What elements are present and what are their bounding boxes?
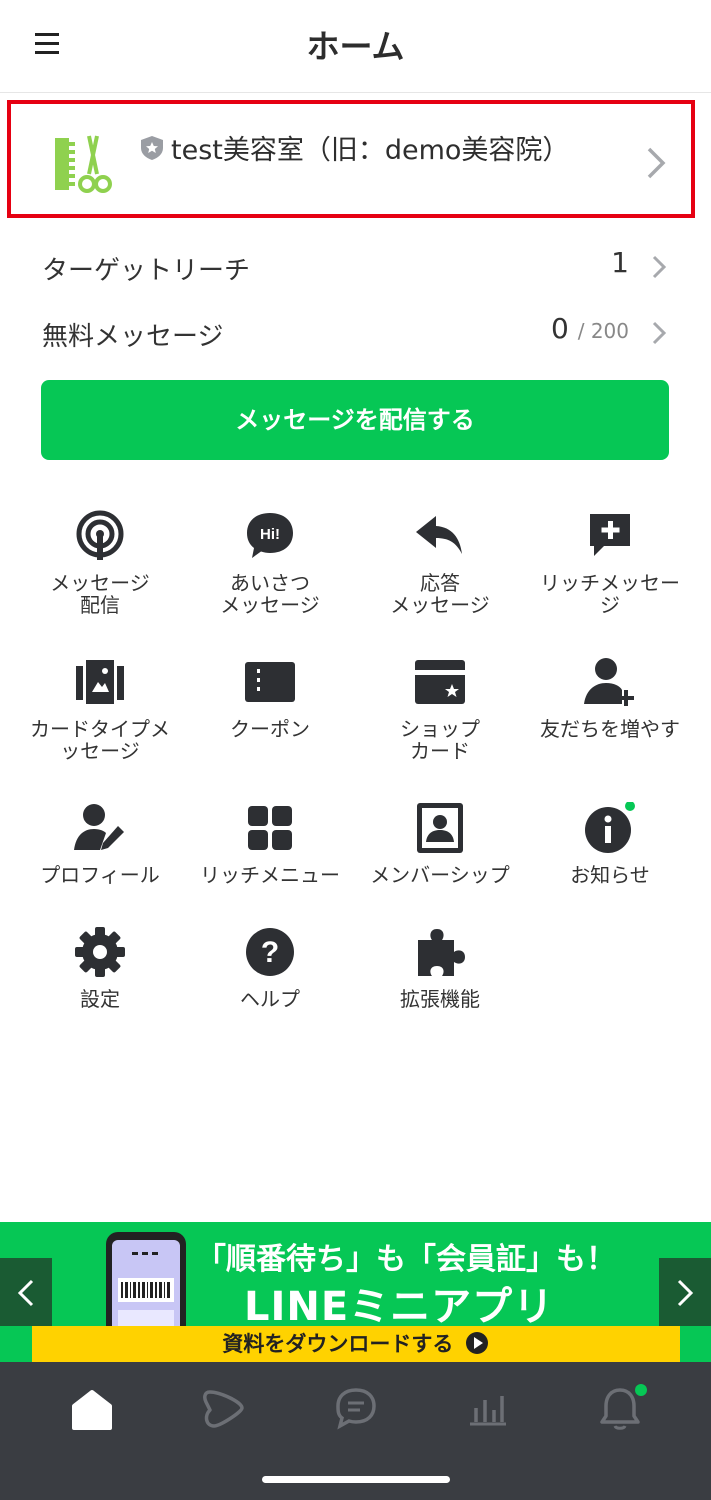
reply-arrow-icon <box>416 516 462 554</box>
menu-item-add-friends[interactable]: 友だちを増やす <box>524 656 696 740</box>
analytics-icon[interactable] <box>458 1382 518 1434</box>
home-indicator[interactable] <box>262 1476 450 1483</box>
menu-label: ヘルプ <box>240 987 300 1011</box>
menu-item-profile[interactable]: プロフィール <box>14 802 186 886</box>
svg-text:?: ? <box>261 936 279 969</box>
menu-item-settings[interactable]: 設定 <box>14 926 186 1010</box>
shield-star-icon <box>141 136 163 160</box>
menu-item-notices[interactable]: お知らせ <box>524 802 696 886</box>
target-reach-label: ターゲットリーチ <box>42 256 251 286</box>
account-name: test美容室（旧：demo美容院） <box>171 135 570 166</box>
menu-label: 友だちを増やす <box>540 717 680 741</box>
hi-bubble-icon: Hi! <box>247 513 293 558</box>
target-reach-value: 1 <box>611 246 629 279</box>
comb-scissors-icon <box>55 135 112 193</box>
banner-cta-label: 資料をダウンロードする <box>222 1332 454 1356</box>
home-icon[interactable] <box>62 1382 122 1434</box>
free-messages-count: 0 <box>550 312 569 345</box>
shop-card-icon <box>415 660 465 704</box>
menu-label: 応答 メッセージ <box>390 571 490 617</box>
menu-item-coupon[interactable]: クーポン <box>184 656 356 740</box>
menu-label: 設定 <box>80 987 120 1011</box>
page-title: ホーム <box>306 27 405 66</box>
broadcast-icon <box>76 510 124 560</box>
menu-item-rich-message[interactable]: リッチメッセー ジ <box>524 510 696 616</box>
chevron-left-icon <box>17 1279 34 1307</box>
voom-icon[interactable] <box>194 1382 254 1434</box>
plus-bubble-icon <box>590 514 630 556</box>
menu-label: メンバーシップ <box>370 863 510 887</box>
banner-cta[interactable]: 資料をダウンロードする <box>0 1328 711 1358</box>
free-messages-label: 無料メッセージ <box>42 322 224 352</box>
member-icon <box>417 803 463 853</box>
menu-label: プロフィール <box>40 863 160 887</box>
free-messages-value: 0 / 200 <box>551 312 629 345</box>
header: ホーム <box>0 0 711 93</box>
menu-label: ショップ カード <box>400 717 480 763</box>
menu-item-shop-card[interactable]: ショップ カード <box>354 656 526 762</box>
menu-item-extensions[interactable]: 拡張機能 <box>354 926 526 1010</box>
bell-icon[interactable] <box>590 1382 650 1434</box>
menu-label: メッセージ 配信 <box>50 571 150 617</box>
banner-brand: LINEミニアプリ <box>244 1284 555 1330</box>
menu-item-membership[interactable]: メンバーシップ <box>354 802 526 886</box>
banner-headline: 「順番待ち」も「会員証」も！ <box>196 1242 616 1277</box>
menu-label: 拡張機能 <box>400 987 480 1011</box>
promo-banner[interactable]: 「順番待ち」も「会員証」も！ LINEミニアプリ 資料をダウンロードする <box>0 1222 711 1362</box>
card-stack-icon <box>76 660 124 704</box>
menu-item-help[interactable]: ? ヘルプ <box>184 926 356 1010</box>
info-icon <box>585 802 635 853</box>
banner-prev-button[interactable] <box>0 1258 52 1326</box>
coupon-icon <box>245 662 295 702</box>
play-circle-icon <box>465 1332 488 1354</box>
banner-next-button[interactable] <box>659 1258 711 1326</box>
menu-label: お知らせ <box>570 863 650 887</box>
menu-item-rich-menu[interactable]: リッチメニュー <box>184 802 356 886</box>
menu-label: リッチメニュー <box>200 863 340 887</box>
menu-item-greeting-message[interactable]: Hi! あいさつ メッセージ <box>184 510 356 616</box>
menu-label: カードタイプメ ッセージ <box>30 717 170 763</box>
chevron-right-icon <box>677 1279 694 1307</box>
menu-label: あいさつ メッセージ <box>220 571 320 617</box>
help-icon: ? <box>246 928 294 976</box>
account-card[interactable]: test美容室（旧：demo美容院） <box>7 100 695 218</box>
puzzle-icon <box>418 929 465 976</box>
chevron-right-icon <box>652 321 667 345</box>
free-messages-limit: / 200 <box>577 319 629 343</box>
grid-icon <box>248 806 292 850</box>
free-messages-row[interactable]: 無料メッセージ 0 / 200 <box>0 302 711 362</box>
target-reach-row[interactable]: ターゲットリーチ 1 <box>0 236 711 296</box>
gear-icon <box>75 927 125 977</box>
chevron-right-icon <box>647 147 666 179</box>
menu-label: クーポン <box>230 717 310 741</box>
profile-edit-icon <box>74 804 124 850</box>
menu-label: リッチメッセー ジ <box>540 571 680 617</box>
chat-icon[interactable] <box>326 1382 386 1434</box>
menu-item-card-message[interactable]: カードタイプメ ッセージ <box>14 656 186 762</box>
send-message-button[interactable]: メッセージを配信する <box>41 380 669 460</box>
menu-item-message-broadcast[interactable]: メッセージ 配信 <box>14 510 186 616</box>
svg-text:Hi!: Hi! <box>260 526 280 543</box>
add-friend-icon <box>584 658 634 706</box>
chevron-right-icon <box>652 255 667 279</box>
menu-item-auto-reply[interactable]: 応答 メッセージ <box>354 510 526 616</box>
